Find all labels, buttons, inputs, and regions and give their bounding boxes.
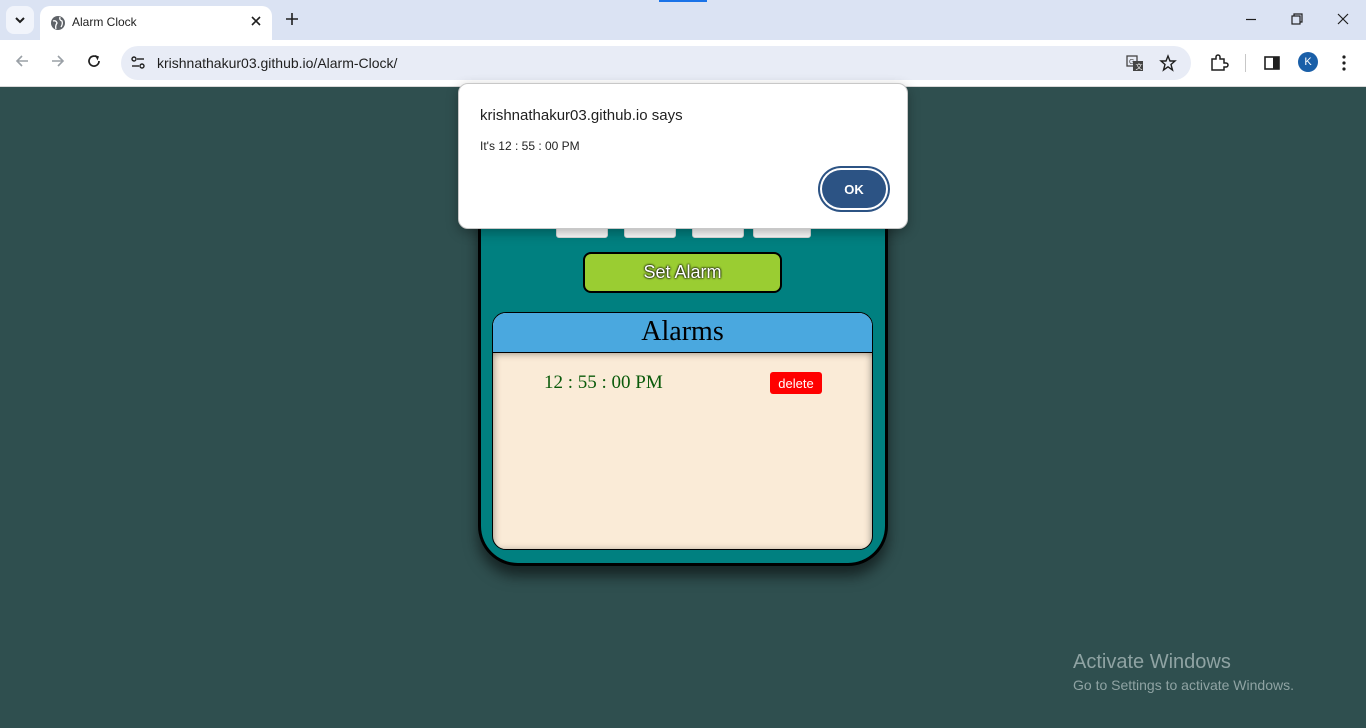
ok-button[interactable]: OK bbox=[822, 170, 886, 208]
alarms-list: 12 : 55 : 00 PM delete bbox=[493, 353, 872, 549]
svg-text:文: 文 bbox=[1136, 62, 1143, 71]
forward-icon[interactable] bbox=[49, 52, 67, 70]
tab-strip-accent bbox=[659, 0, 707, 2]
chevron-down-icon bbox=[15, 17, 25, 24]
url-text[interactable]: krishnathakur03.github.io/Alarm-Clock/ bbox=[157, 55, 397, 71]
alert-dialog: krishnathakur03.github.io says It's 12 :… bbox=[458, 83, 908, 229]
site-settings-icon[interactable] bbox=[129, 54, 147, 72]
address-bar[interactable]: krishnathakur03.github.io/Alarm-Clock/ G… bbox=[121, 46, 1191, 80]
back-icon[interactable] bbox=[13, 52, 31, 70]
activation-watermark-text: Go to Settings to activate Windows. bbox=[1073, 677, 1294, 693]
bookmark-star-icon[interactable] bbox=[1159, 54, 1177, 72]
restore-icon[interactable] bbox=[1289, 11, 1305, 27]
browser-tab-bar: Alarm Clock bbox=[0, 0, 1366, 40]
extensions-icon[interactable] bbox=[1209, 53, 1229, 73]
dialog-title: krishnathakur03.github.io says bbox=[480, 107, 683, 124]
close-tab-icon[interactable] bbox=[250, 15, 262, 27]
set-alarm-button[interactable]: Set Alarm bbox=[583, 252, 782, 293]
delete-button[interactable]: delete bbox=[770, 372, 822, 394]
dialog-message: It's 12 : 55 : 00 PM bbox=[480, 139, 580, 153]
browser-toolbar: krishnathakur03.github.io/Alarm-Clock/ G… bbox=[0, 40, 1366, 87]
tab-search-button[interactable] bbox=[6, 6, 34, 34]
reload-icon[interactable] bbox=[85, 52, 103, 70]
translate-icon[interactable]: G文 bbox=[1126, 54, 1144, 72]
side-panel-icon[interactable] bbox=[1262, 53, 1282, 73]
alarms-panel: Alarms 12 : 55 : 00 PM delete bbox=[492, 312, 873, 550]
new-tab-icon[interactable] bbox=[283, 10, 301, 28]
toolbar-separator bbox=[1245, 54, 1246, 72]
tab-title: Alarm Clock bbox=[72, 15, 137, 29]
profile-avatar[interactable]: K bbox=[1298, 52, 1318, 72]
globe-icon bbox=[51, 16, 65, 30]
alarm-time: 12 : 55 : 00 PM bbox=[544, 372, 663, 393]
alarms-heading: Alarms bbox=[493, 313, 872, 353]
more-menu-icon[interactable] bbox=[1334, 53, 1354, 73]
activation-watermark-title: Activate Windows bbox=[1073, 651, 1231, 673]
browser-tab[interactable]: Alarm Clock bbox=[40, 6, 272, 40]
minimize-icon[interactable] bbox=[1243, 11, 1259, 27]
svg-text:G: G bbox=[1129, 59, 1134, 66]
close-window-icon[interactable] bbox=[1335, 11, 1351, 27]
